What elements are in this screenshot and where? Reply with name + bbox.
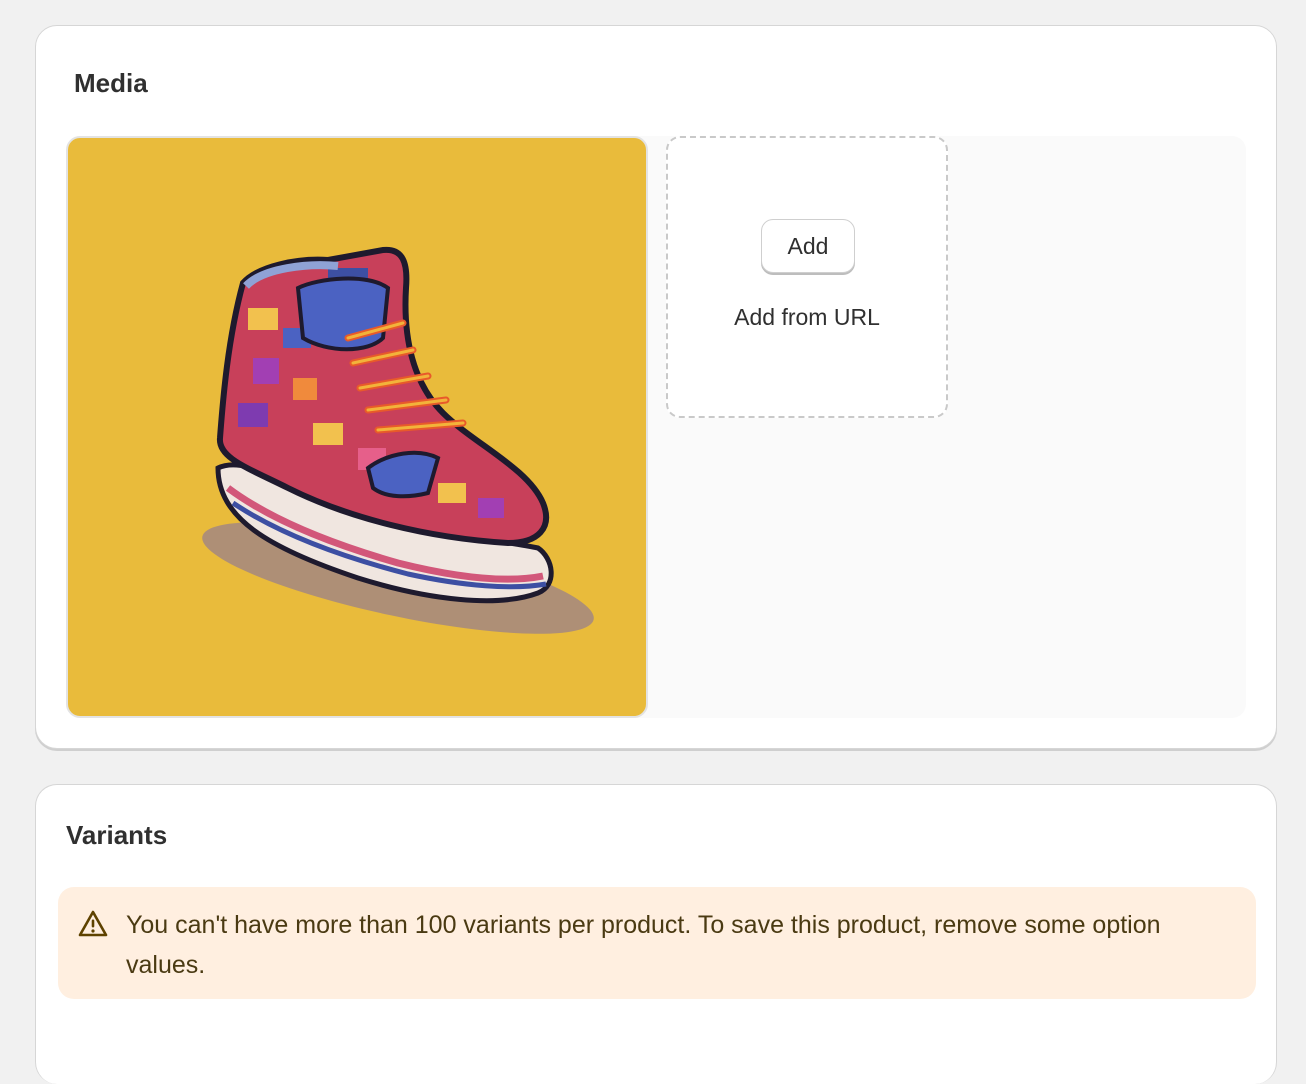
media-gallery: Add Add from URL — [66, 136, 1246, 718]
warning-icon — [78, 910, 108, 937]
variants-card: Variants You can't have more than 100 va… — [35, 784, 1277, 1084]
warning-message: You can't have more than 100 variants pe… — [126, 911, 1161, 979]
variants-warning-banner: You can't have more than 100 variants pe… — [58, 887, 1256, 999]
product-image[interactable] — [66, 136, 648, 718]
media-dropzone[interactable]: Add Add from URL — [666, 136, 948, 418]
variants-title: Variants — [66, 820, 168, 850]
media-card: Media Add Add from URL — [35, 25, 1277, 749]
media-title: Media — [74, 68, 148, 98]
add-media-button[interactable]: Add — [761, 219, 855, 273]
add-from-url-link[interactable]: Add from URL — [668, 304, 946, 331]
sneaker-image-icon — [202, 246, 594, 634]
